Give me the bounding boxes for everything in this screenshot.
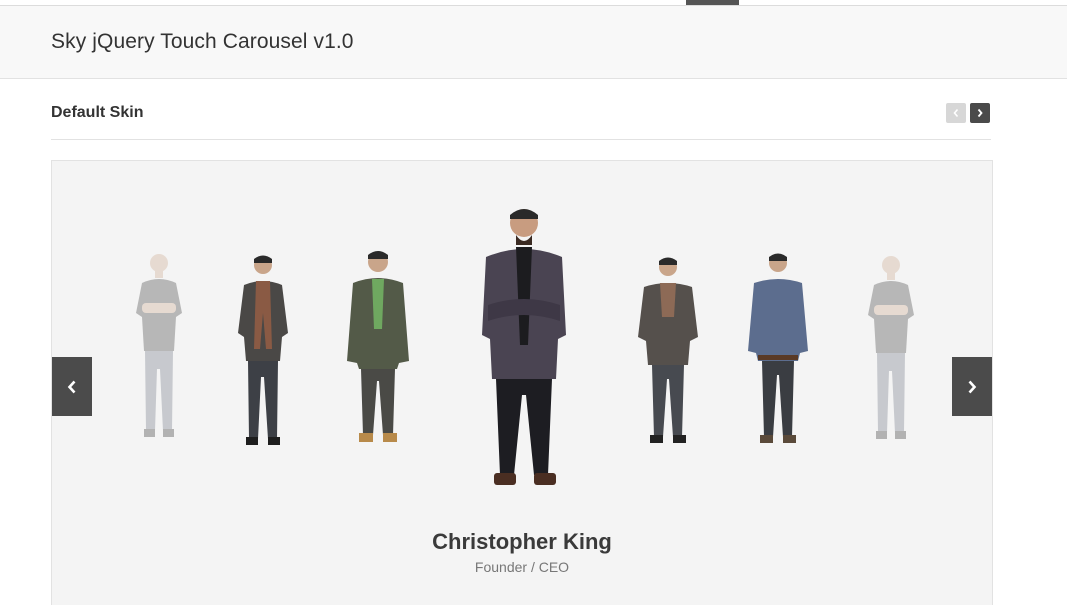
page-title: Sky jQuery Touch Carousel v1.0 — [51, 30, 354, 53]
carousel-item-person-5[interactable] — [634, 255, 702, 451]
active-tab-indicator[interactable] — [686, 0, 739, 5]
chevron-right-icon — [977, 108, 983, 118]
chevron-right-icon — [968, 380, 977, 393]
carousel-item-person-1[interactable] — [126, 251, 192, 451]
carousel-item-person-2[interactable] — [232, 253, 294, 453]
carousel-item-featured-person[interactable] — [478, 205, 570, 501]
chevron-left-icon — [953, 108, 959, 118]
carousel-item-person-6[interactable] — [744, 251, 812, 451]
carousel[interactable]: Christopher King Founder / CEO — [51, 160, 993, 605]
mini-prev-button[interactable] — [946, 103, 966, 123]
carousel-item-person-7[interactable] — [858, 253, 924, 453]
featured-name: Christopher King — [432, 529, 612, 554]
featured-role: Founder / CEO — [474, 559, 570, 575]
page-header: Sky jQuery Touch Carousel v1.0 — [0, 6, 1067, 79]
carousel-prev-button[interactable] — [52, 357, 92, 416]
carousel-item-person-3[interactable] — [341, 249, 415, 451]
section-header: Default Skin — [51, 100, 991, 140]
mini-next-button[interactable] — [970, 103, 990, 123]
section-title: Default Skin — [51, 104, 144, 121]
chevron-left-icon — [67, 380, 76, 393]
carousel-next-button[interactable] — [952, 357, 992, 416]
